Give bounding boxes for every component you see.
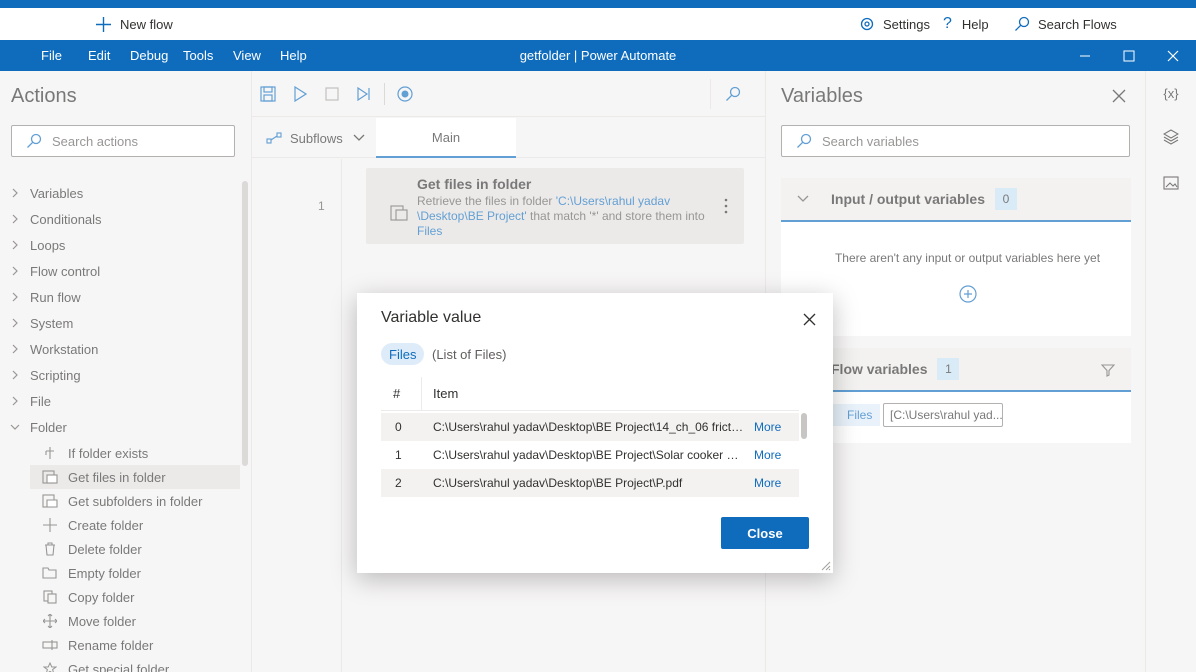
table-row: 2 C:\Users\rahul yadav\Desktop\BE Projec…	[381, 469, 799, 497]
row-index: 1	[395, 448, 402, 462]
variable-name-pill: Files	[381, 343, 425, 365]
close-icon	[803, 313, 815, 325]
maximize-button[interactable]	[1107, 40, 1151, 71]
row-item: C:\Users\rahul yadav\Desktop\BE Project\…	[433, 476, 683, 490]
plus-icon	[96, 16, 111, 32]
question-icon: ?	[943, 15, 952, 32]
row-index: 2	[395, 476, 402, 490]
table-row: 0 C:\Users\rahul yadav\Desktop\BE Projec…	[381, 413, 799, 441]
minimize-icon	[1080, 55, 1090, 56]
menu-debug[interactable]: Debug	[130, 40, 168, 71]
table-row: 1 C:\Users\rahul yadav\Desktop\BE Projec…	[381, 441, 799, 469]
column-header-index: #	[393, 386, 401, 401]
resize-grip-icon[interactable]	[821, 561, 831, 571]
column-divider	[421, 377, 422, 411]
menu-edit[interactable]: Edit	[88, 40, 110, 71]
menu-tools[interactable]: Tools	[183, 40, 213, 71]
settings-button[interactable]: Settings	[859, 8, 930, 40]
window-title: getfolder | Power Automate	[519, 48, 677, 63]
variable-value-dialog: Variable value Files (List of Files) # I…	[357, 293, 833, 573]
row-more-link[interactable]: More	[754, 420, 781, 434]
help-label: Help	[961, 16, 989, 32]
close-window-button[interactable]	[1151, 40, 1195, 71]
new-flow-label: New flow	[120, 16, 173, 32]
row-item: C:\Users\rahul yadav\Desktop\BE Project\…	[433, 420, 745, 434]
maximize-icon	[1123, 50, 1135, 61]
title-bar: getfolder | Power Automate File Edit Deb…	[0, 40, 1196, 71]
row-index: 0	[395, 420, 402, 434]
portal-bar: New flow Settings ? Help Search Flows	[0, 8, 1196, 40]
close-icon	[1167, 50, 1179, 61]
search-icon	[1015, 16, 1030, 31]
new-flow-button[interactable]: New flow	[95, 8, 173, 40]
row-item: C:\Users\rahul yadav\Desktop\BE Project\…	[433, 448, 745, 462]
row-more-link[interactable]: More	[754, 448, 781, 462]
menu-view[interactable]: View	[233, 40, 261, 71]
row-more-link[interactable]: More	[754, 476, 781, 490]
variable-type: (List of Files)	[432, 346, 507, 362]
dialog-scrollbar[interactable]	[801, 413, 807, 439]
menu-help[interactable]: Help	[280, 40, 307, 71]
menu-file[interactable]: File	[41, 40, 62, 71]
gear-icon	[860, 17, 874, 31]
top-accent-strip	[0, 0, 1196, 8]
minimize-button[interactable]	[1063, 40, 1107, 71]
dialog-close-button[interactable]	[797, 307, 821, 331]
search-flows-placeholder: Search Flows	[1038, 16, 1117, 32]
column-header-item: Item	[433, 386, 459, 401]
help-button[interactable]: ? Help	[943, 8, 989, 40]
search-flows-input[interactable]: Search Flows	[1014, 8, 1117, 40]
close-button[interactable]: Close	[721, 517, 809, 549]
settings-label: Settings	[883, 16, 930, 32]
dialog-title: Variable value	[381, 309, 482, 326]
table-header: # Item	[381, 377, 799, 411]
